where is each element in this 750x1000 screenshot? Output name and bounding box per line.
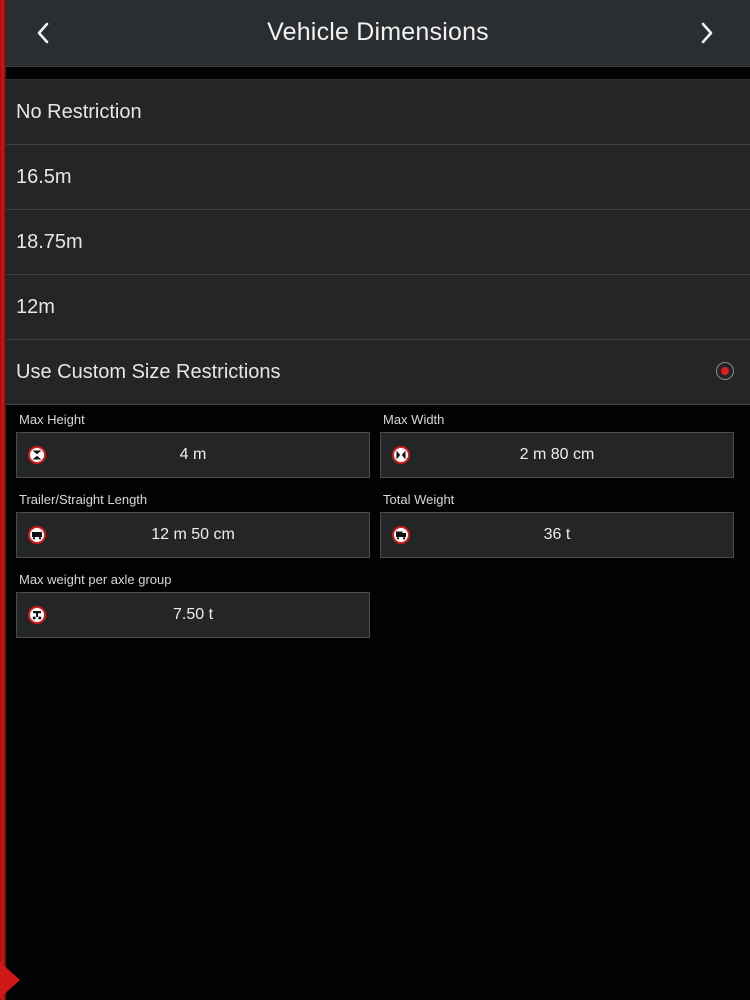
max-height-label: Max Height	[19, 412, 85, 427]
next-button[interactable]	[692, 18, 722, 48]
option-16-5m[interactable]: 16.5m	[6, 145, 750, 210]
axle-weight-field: Max weight per axle group 7.50 t	[16, 572, 370, 638]
max-width-field: Max Width 2 m 80 cm	[380, 412, 734, 478]
option-label: No Restriction	[16, 100, 142, 123]
max-width-value: 2 m 80 cm	[519, 446, 595, 463]
length-value: 12 m 50 cm	[151, 526, 235, 543]
axle-weight-label: Max weight per axle group	[19, 572, 172, 587]
total-weight-label: Total Weight	[383, 492, 455, 507]
option-label: 16.5m	[16, 165, 72, 188]
option-12m[interactable]: 12m	[6, 275, 750, 340]
page-title: Vehicle Dimensions	[267, 18, 489, 46]
axle-weight-value: 7.50 t	[172, 606, 214, 623]
total-weight-value: 36 t	[543, 526, 571, 543]
total-weight-input[interactable]: 36 t	[380, 512, 734, 558]
length-label: Trailer/Straight Length	[19, 492, 148, 507]
max-height-field: Max Height 4 m	[16, 412, 370, 478]
max-length-sign-icon	[28, 526, 46, 544]
max-width-label: Max Width	[383, 412, 445, 427]
max-height-value: 4 m	[179, 446, 207, 463]
max-height-sign-icon	[28, 446, 46, 464]
custom-size-radio[interactable]	[716, 362, 734, 380]
length-field: Trailer/Straight Length 12 m 50 cm	[16, 492, 370, 558]
option-label: Use Custom Size Restrictions	[16, 360, 281, 383]
total-weight-field: Total Weight 36 t	[380, 492, 734, 558]
max-height-input[interactable]: 4 m	[16, 432, 370, 478]
option-label: 18.75m	[16, 230, 83, 253]
axle-weight-input[interactable]: 7.50 t	[16, 592, 370, 638]
option-no-restriction[interactable]: No Restriction	[6, 79, 750, 145]
option-custom-size[interactable]: Use Custom Size Restrictions	[6, 340, 750, 405]
option-18-75m[interactable]: 18.75m	[6, 210, 750, 275]
header-bar: Vehicle Dimensions	[6, 0, 750, 67]
length-input[interactable]: 12 m 50 cm	[16, 512, 370, 558]
radio-selected-dot	[721, 367, 729, 375]
max-width-input[interactable]: 2 m 80 cm	[380, 432, 734, 478]
chevron-right-icon	[701, 22, 713, 44]
total-weight-sign-icon	[392, 526, 410, 544]
max-width-sign-icon	[392, 446, 410, 464]
axle-weight-sign-icon	[28, 606, 46, 624]
app-screen: Vehicle Dimensions No Restriction 16.5m …	[0, 0, 750, 1000]
restriction-options-list: No Restriction 16.5m 18.75m 12m Use Cust…	[6, 79, 750, 405]
option-label: 12m	[16, 295, 55, 318]
side-panel-handle[interactable]	[0, 962, 20, 998]
